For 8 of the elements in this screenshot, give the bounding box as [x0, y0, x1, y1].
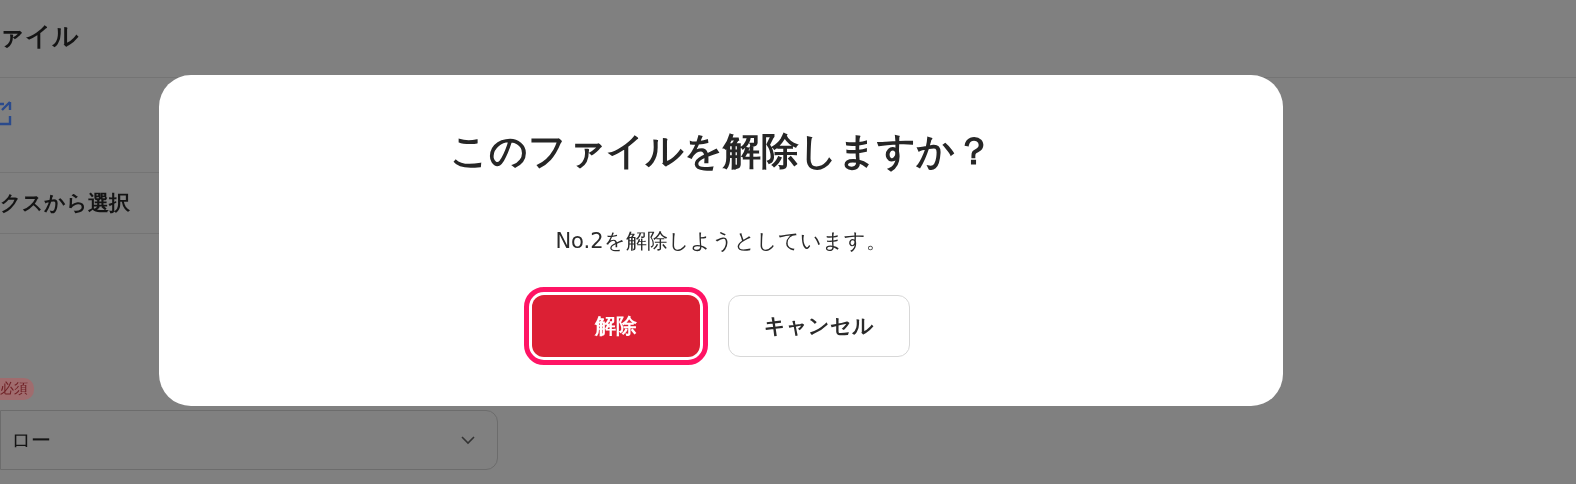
dialog-message: No.2を解除しようとしています。 [555, 227, 887, 255]
cancel-button[interactable]: キャンセル [728, 294, 910, 357]
select-field[interactable]: ロー [0, 410, 498, 470]
page-heading: ァイル [0, 20, 79, 53]
chevron-down-icon [461, 435, 475, 445]
required-badge: 必須 [0, 378, 34, 400]
dialog-title: このファイルを解除しますか？ [449, 129, 993, 175]
external-link-icon[interactable] [0, 100, 12, 126]
